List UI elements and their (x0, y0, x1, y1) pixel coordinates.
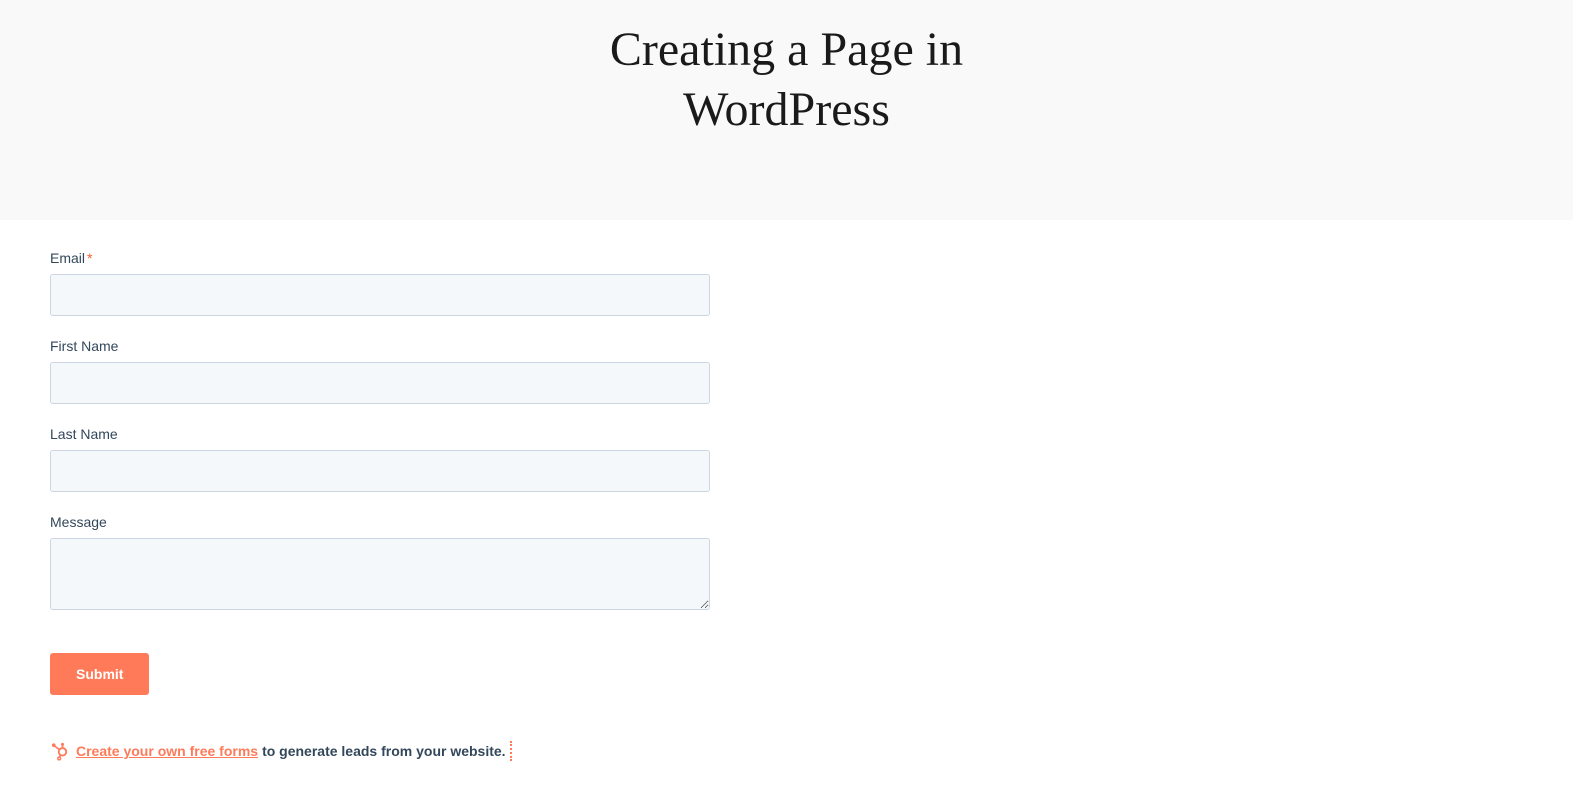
firstname-field-group: First Name (50, 338, 710, 404)
message-textarea[interactable] (50, 538, 710, 610)
promo-link[interactable]: Create your own free forms (76, 743, 258, 759)
lastname-label: Last Name (50, 426, 710, 442)
hubspot-icon (50, 741, 70, 761)
message-field-group: Message (50, 514, 710, 615)
form-container: Email* First Name Last Name Message Subm… (0, 220, 760, 791)
page-title: Creating a Page in WordPress (512, 20, 1062, 140)
submit-button[interactable]: Submit (50, 653, 149, 695)
email-field-group: Email* (50, 250, 710, 316)
page-header: Creating a Page in WordPress (0, 0, 1573, 220)
promo-banner: Create your own free forms to generate l… (50, 741, 512, 761)
firstname-input[interactable] (50, 362, 710, 404)
firstname-label: First Name (50, 338, 710, 354)
lastname-field-group: Last Name (50, 426, 710, 492)
required-indicator: * (87, 250, 92, 266)
promo-tail-text: to generate leads from your website. (262, 743, 506, 759)
message-label: Message (50, 514, 710, 530)
email-input[interactable] (50, 274, 710, 316)
email-label: Email* (50, 250, 710, 266)
lastname-input[interactable] (50, 450, 710, 492)
email-label-text: Email (50, 250, 85, 266)
